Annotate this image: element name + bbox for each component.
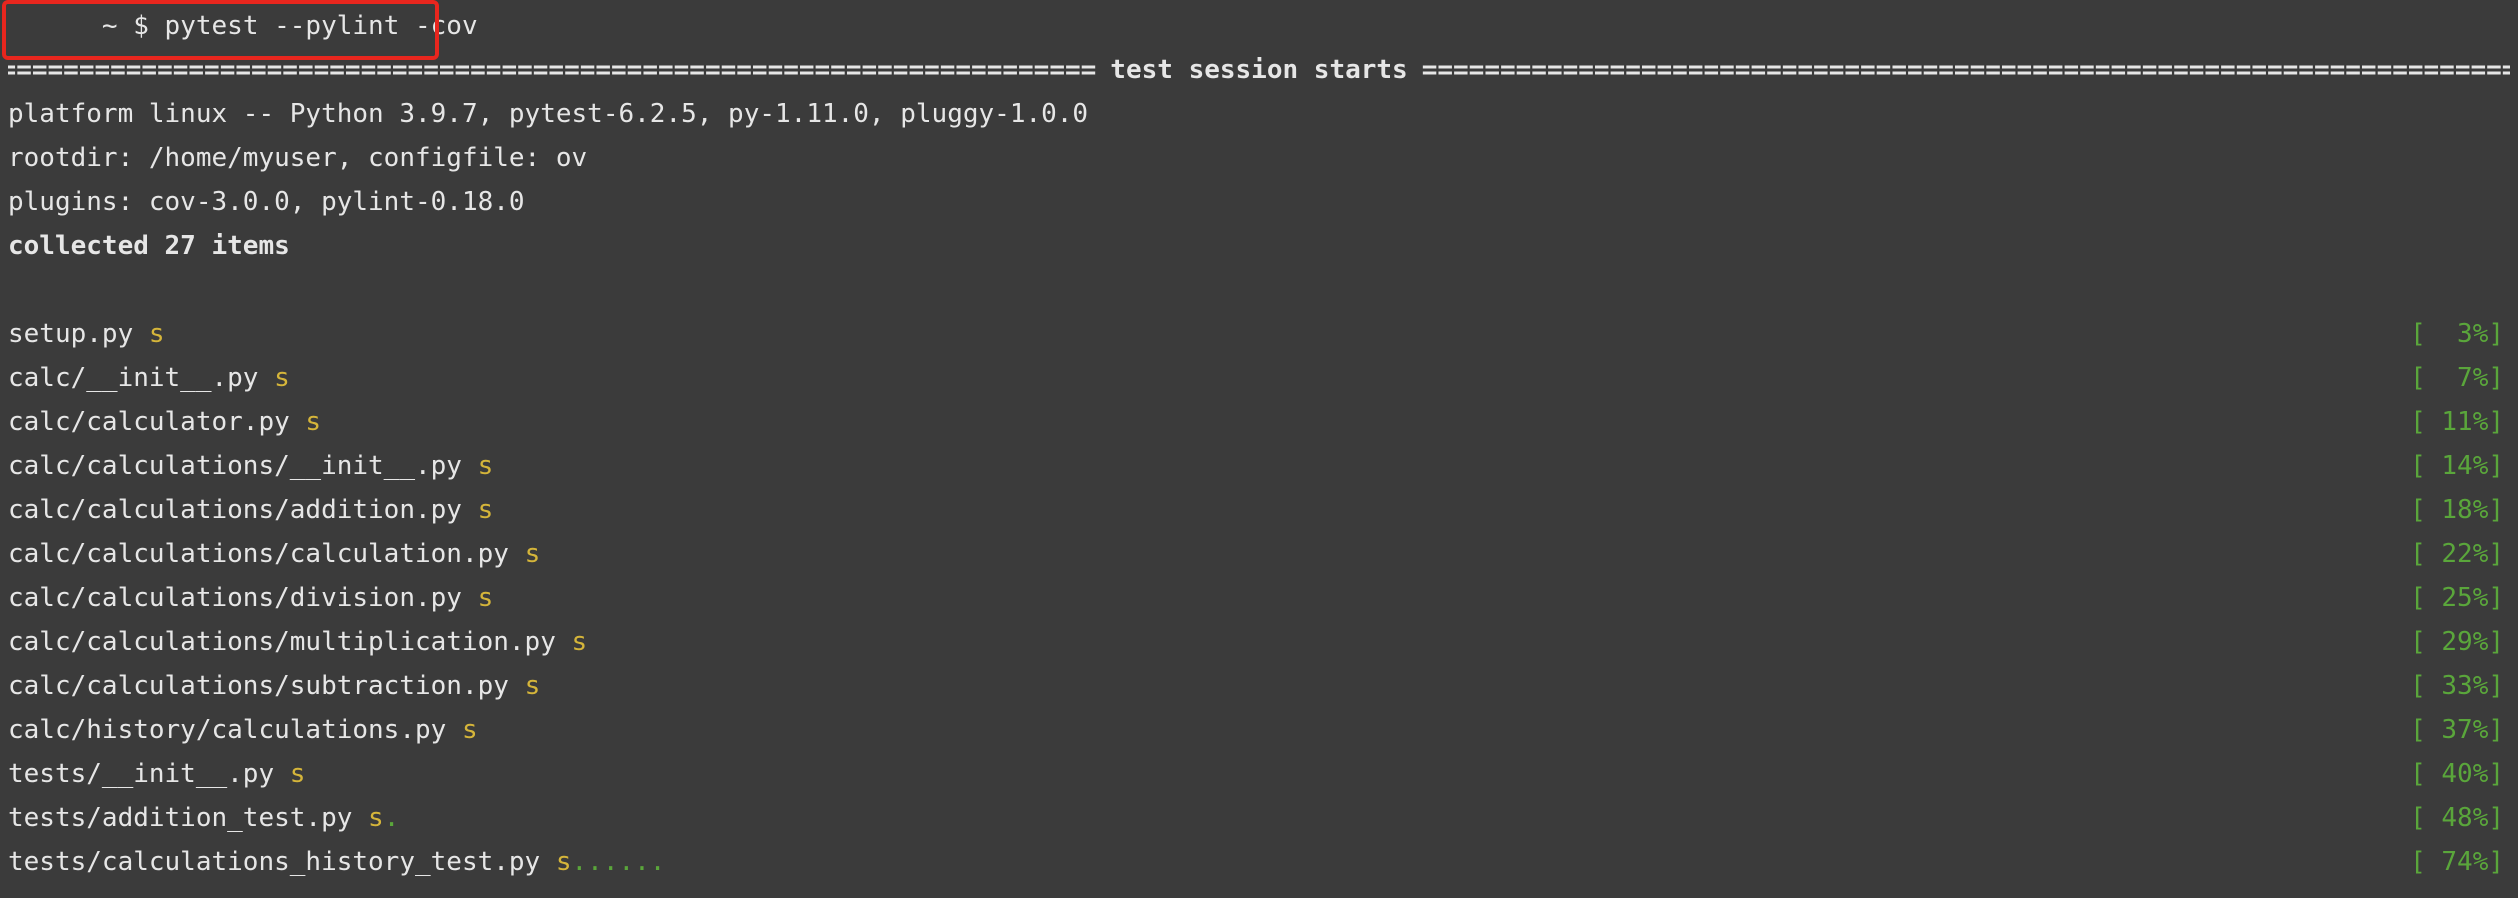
result-row: calc/calculations/subtraction.py s [ 33%… bbox=[8, 664, 2510, 708]
separator-title: test session starts bbox=[1110, 55, 1408, 85]
result-row: tests/calculations_history_test.py s....… bbox=[8, 840, 2510, 884]
result-row: calc/calculations/calculation.py s [ 22%… bbox=[8, 532, 2510, 576]
result-percent: [ 7%] bbox=[2410, 363, 2504, 393]
skip-marks: s bbox=[305, 407, 322, 437]
skip-marks: s bbox=[461, 715, 478, 745]
skip-marks: s bbox=[571, 627, 588, 657]
result-percent: [ 3%] bbox=[2410, 319, 2504, 349]
result-row: calc/calculations/division.py s [ 25%] bbox=[8, 576, 2510, 620]
result-percent: [ 14%] bbox=[2410, 451, 2504, 481]
result-percent: [ 48%] bbox=[2410, 803, 2504, 833]
results-list: setup.py s [ 3%] calc/__init__.py s [ 7%… bbox=[8, 312, 2510, 884]
result-file: calc/calculations/calculation.py bbox=[8, 539, 525, 569]
skip-marks: s bbox=[477, 451, 494, 481]
separator-fill-left: ========================================… bbox=[8, 55, 1097, 85]
result-row: setup.py s [ 3%] bbox=[8, 312, 2510, 356]
result-row: calc/calculations/__init__.py s [ 14%] bbox=[8, 444, 2510, 488]
result-file: tests/__init__.py bbox=[8, 759, 290, 789]
result-percent: [ 29%] bbox=[2410, 627, 2504, 657]
pass-marks: ...... bbox=[571, 847, 666, 877]
result-row: tests/addition_test.py s. [ 48%] bbox=[8, 796, 2510, 840]
skip-marks: s bbox=[274, 363, 290, 393]
plugins-line: plugins: cov-3.0.0, pylint-0.18.0 bbox=[8, 180, 2510, 224]
pass-marks: . bbox=[383, 803, 400, 833]
plugins-text: plugins: cov-3.0.0, pylint-0.18.0 bbox=[8, 187, 525, 217]
result-file: calc/calculations/addition.py bbox=[8, 495, 478, 525]
result-file: calc/calculator.py bbox=[8, 407, 306, 437]
result-row: tests/__init__.py s [ 40%] bbox=[8, 752, 2510, 796]
result-percent: [ 37%] bbox=[2410, 715, 2504, 745]
skip-marks: s bbox=[524, 671, 541, 701]
command-text: pytest --pylint -cov bbox=[164, 11, 478, 41]
result-file: calc/calculations/__init__.py bbox=[8, 451, 478, 481]
result-file: calc/history/calculations.py bbox=[8, 715, 462, 745]
platform-line: platform linux -- Python 3.9.7, pytest-6… bbox=[8, 92, 2510, 136]
terminal-window[interactable]: ~ $ pytest --pylint -cov ===============… bbox=[0, 0, 2518, 898]
skip-marks: s bbox=[555, 847, 572, 877]
result-row: calc/calculations/multiplication.py s [ … bbox=[8, 620, 2510, 664]
skip-marks: s bbox=[477, 583, 494, 613]
result-row: calc/calculations/addition.py s [ 18%] bbox=[8, 488, 2510, 532]
result-percent: [ 40%] bbox=[2410, 759, 2504, 789]
result-row: calc/history/calculations.py s [ 37%] bbox=[8, 708, 2510, 752]
skip-marks: s bbox=[368, 803, 384, 833]
result-percent: [ 25%] bbox=[2410, 583, 2504, 613]
session-separator: ========================================… bbox=[8, 48, 2510, 92]
result-file: calc/__init__.py bbox=[8, 363, 275, 393]
rootdir-text: rootdir: /home/myuser, configfile: ov bbox=[8, 143, 588, 173]
result-file: setup.py bbox=[8, 319, 149, 349]
result-file: calc/calculations/division.py bbox=[8, 583, 478, 613]
result-file: tests/calculations_history_test.py bbox=[8, 847, 556, 877]
collected-text: collected 27 items bbox=[8, 231, 290, 261]
result-file: calc/calculations/multiplication.py bbox=[8, 627, 572, 657]
skip-marks: s bbox=[289, 759, 306, 789]
skip-marks: s bbox=[477, 495, 494, 525]
separator-fill-right: ========================================… bbox=[1421, 55, 2510, 85]
command-line: ~ $ pytest --pylint -cov bbox=[8, 4, 2510, 48]
rootdir-line: rootdir: /home/myuser, configfile: ov bbox=[8, 136, 2510, 180]
result-percent: [ 33%] bbox=[2410, 671, 2504, 701]
result-file: calc/calculations/subtraction.py bbox=[8, 671, 525, 701]
result-row: calc/__init__.py s [ 7%] bbox=[8, 356, 2510, 400]
result-percent: [ 18%] bbox=[2410, 495, 2504, 525]
result-file: tests/addition_test.py bbox=[8, 803, 369, 833]
skip-marks: s bbox=[524, 539, 541, 569]
shell-prompt: ~ $ bbox=[101, 11, 165, 41]
result-percent: [ 22%] bbox=[2410, 539, 2504, 569]
result-percent: [ 74%] bbox=[2410, 847, 2504, 877]
platform-text: platform linux -- Python 3.9.7, pytest-6… bbox=[8, 99, 1089, 129]
collected-line: collected 27 items bbox=[8, 224, 2510, 268]
result-row: calc/calculator.py s [ 11%] bbox=[8, 400, 2510, 444]
skip-marks: s bbox=[148, 319, 165, 349]
result-percent: [ 11%] bbox=[2410, 407, 2504, 437]
